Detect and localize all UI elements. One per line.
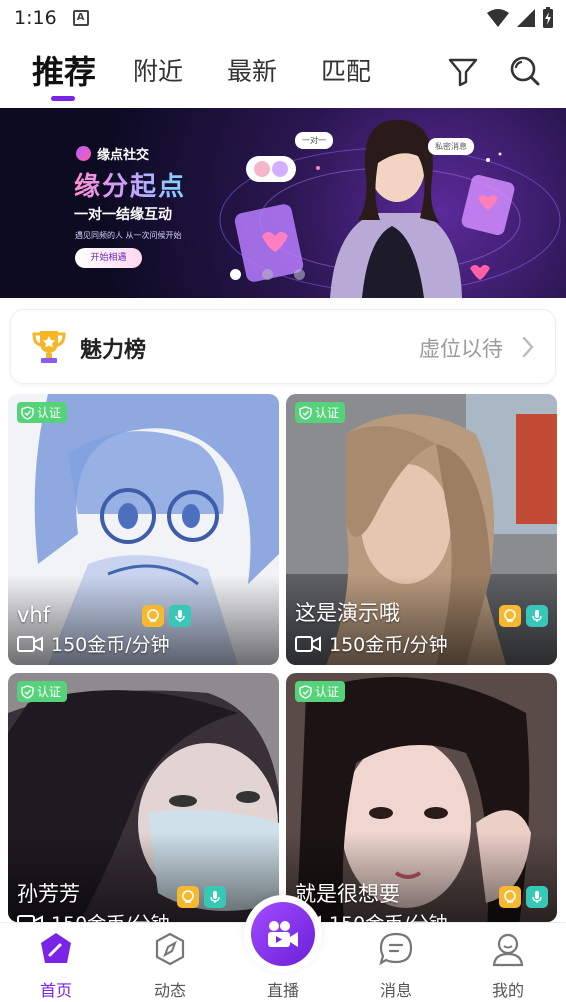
- search-icon[interactable]: [508, 54, 542, 88]
- nav-home-label: 首页: [39, 981, 72, 1000]
- status-icons: [486, 7, 554, 29]
- user-card[interactable]: 认证 就是很想要 150金币/分钟: [286, 673, 557, 922]
- voice-badge-icon: [526, 886, 548, 908]
- banner-dot-3[interactable]: [294, 269, 305, 280]
- trophy-icon: [32, 331, 66, 363]
- user-price-text: 150金币/分钟: [329, 634, 448, 656]
- tab-match[interactable]: 匹配: [321, 52, 371, 88]
- verified-label: 认证: [37, 685, 62, 699]
- banner-tagline: 遇见同频的人 从一次问候开始: [75, 231, 182, 240]
- user-badges: [177, 886, 226, 908]
- user-price: 150金币/分钟: [17, 909, 170, 922]
- brand-logo-icon: [76, 146, 91, 161]
- user-card[interactable]: 认证 孙芳芳 150金币/分钟: [8, 673, 279, 922]
- voice-badge-icon: [204, 886, 226, 908]
- user-name: 这是演示哦: [295, 601, 400, 625]
- verified-label: 认证: [315, 406, 340, 420]
- promo-banner[interactable]: 缘点社交 缘分起点 一对一结缘互动 遇见同频的人 从一次问候开始 开始相遇 一对…: [0, 108, 566, 298]
- level-badge-icon: [177, 886, 199, 908]
- banner-subtitle: 一对一结缘互动: [74, 207, 172, 223]
- verified-badge: 认证: [17, 681, 68, 702]
- tab-indicator: [51, 96, 75, 101]
- charm-ranking-bar[interactable]: 魅力榜 虚位以待: [10, 309, 556, 384]
- banner-artwork: [219, 119, 561, 298]
- voice-badge-icon: [169, 605, 191, 627]
- banner-dot-1[interactable]: [230, 269, 241, 280]
- charm-title: 魅力榜: [80, 338, 147, 363]
- bottom-nav: 首页 动态 直播 消息 我的: [0, 895, 566, 1002]
- status-bar: 1:16 A: [0, 0, 566, 36]
- banner-bubble-left: 一对一: [295, 132, 333, 149]
- verified-badge: 认证: [295, 402, 346, 423]
- level-badge-icon: [142, 605, 164, 627]
- live-button[interactable]: [244, 895, 322, 973]
- nav-moments-label: 动态: [153, 981, 186, 1000]
- nav-profile[interactable]: 我的: [468, 931, 548, 1001]
- nav-moments[interactable]: 动态: [130, 931, 210, 1001]
- level-badge-icon: [499, 605, 521, 627]
- user-name: 就是很想要: [295, 882, 400, 906]
- notification-a-icon: A: [72, 10, 89, 26]
- tab-latest[interactable]: 最新: [227, 52, 277, 88]
- shield-check-icon: [299, 405, 312, 420]
- filter-icon[interactable]: [446, 54, 480, 88]
- banner-brand-name: 缘点社交: [97, 148, 150, 163]
- nav-messages[interactable]: 消息: [356, 931, 436, 1001]
- video-camera-icon: [17, 635, 43, 652]
- compass-icon: [155, 932, 185, 966]
- live-camera-icon: [251, 902, 315, 966]
- nav-live-label: 直播: [266, 981, 299, 1000]
- nav-profile-label: 我的: [491, 981, 524, 1000]
- nav-home[interactable]: 首页: [16, 931, 96, 1001]
- banner-brand: 缘点社交: [76, 144, 149, 163]
- wifi-icon: [487, 9, 509, 27]
- level-badge-icon: [499, 886, 521, 908]
- voice-badge-icon: [526, 605, 548, 627]
- profile-icon: [492, 933, 524, 967]
- user-badges: [499, 605, 548, 627]
- status-time: 1:16: [14, 7, 57, 29]
- user-card[interactable]: 认证 vhf 150金币/分钟: [8, 394, 279, 665]
- tab-recommend[interactable]: 推荐: [32, 47, 96, 93]
- banner-bubble-right: 私密消息: [428, 138, 474, 155]
- user-price: 150金币/分钟: [295, 630, 448, 657]
- user-price-text: 150金币/分钟: [329, 909, 448, 922]
- video-camera-icon: [295, 635, 321, 652]
- verified-badge: 认证: [17, 402, 68, 423]
- verified-badge: 认证: [295, 681, 346, 702]
- banner-start-button[interactable]: 开始相遇: [75, 248, 142, 268]
- signal-icon: [517, 9, 535, 27]
- battery-icon: [543, 7, 553, 28]
- shield-check-icon: [299, 684, 312, 699]
- user-badges: [499, 886, 548, 908]
- top-tab-bar: 推荐 附近 最新 匹配: [0, 40, 566, 108]
- verified-label: 认证: [315, 685, 340, 699]
- user-card[interactable]: 认证 这是演示哦 150金币/分钟: [286, 394, 557, 665]
- user-name: vhf: [17, 603, 51, 627]
- tab-nearby[interactable]: 附近: [133, 52, 183, 88]
- home-icon: [41, 933, 71, 963]
- shield-check-icon: [21, 405, 34, 420]
- user-price-text: 150金币/分钟: [51, 634, 170, 656]
- user-badges: [142, 605, 191, 627]
- message-icon: [379, 932, 413, 966]
- shield-check-icon: [21, 684, 34, 699]
- banner-title: 缘分起点: [74, 166, 186, 203]
- chevron-right-icon: [522, 336, 534, 358]
- banner-dot-2[interactable]: [262, 269, 273, 280]
- video-camera-icon: [17, 914, 43, 922]
- user-name: 孙芳芳: [17, 882, 80, 906]
- verified-label: 认证: [37, 406, 62, 420]
- charm-status-text: 虚位以待: [419, 337, 503, 361]
- user-price: 150金币/分钟: [17, 630, 170, 657]
- user-price-text: 150金币/分钟: [51, 909, 170, 922]
- nav-messages-label: 消息: [379, 981, 412, 1000]
